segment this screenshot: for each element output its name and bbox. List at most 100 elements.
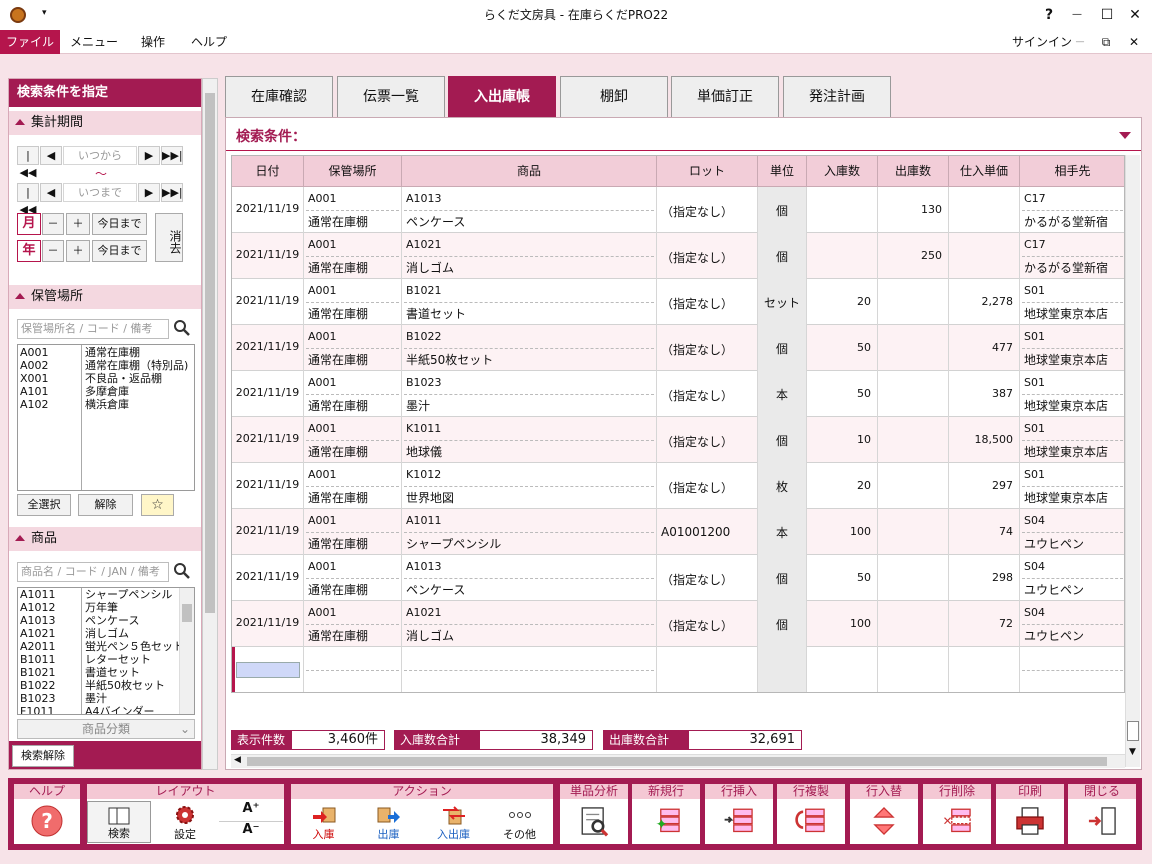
table-row[interactable]: 2021/11/19 A001 通常在庫棚 B1022 半紙50枚セット （指定なし） 個 5…: [232, 325, 1124, 371]
section-period[interactable]: 集計期間: [9, 111, 201, 135]
cell-in-qty[interactable]: 20: [807, 279, 878, 325]
from-date-input[interactable]: いつから: [63, 146, 137, 165]
tab-3[interactable]: 入出庫帳: [448, 76, 556, 117]
cell-unit-price[interactable]: [949, 233, 1020, 279]
list-item[interactable]: A1021 消しゴム: [20, 627, 178, 640]
maximize-button[interactable]: ☐: [1092, 0, 1122, 30]
list-item[interactable]: B1022 半紙50枚セット: [20, 679, 178, 692]
tab-1[interactable]: 在庫確認: [225, 76, 333, 117]
cell-product[interactable]: A1011 シャープペンシル: [402, 509, 657, 555]
cell-date[interactable]: 2021/11/19: [232, 509, 304, 555]
menu-file[interactable]: ファイル: [0, 30, 60, 54]
list-item[interactable]: A001 通常在庫棚: [20, 346, 194, 359]
product-list[interactable]: A1011 シャープペンシル A1012 万年筆 A1013 ペンケース A1021 消しゴム…: [17, 587, 195, 715]
product-category-select[interactable]: 商品分類 ⌄: [17, 719, 195, 739]
table-row[interactable]: 2021/11/19 A001 通常在庫棚 B1021 書道セット （指定なし） セット 20…: [232, 279, 1124, 325]
cell-in-qty[interactable]: 10: [807, 417, 878, 463]
table-row[interactable]: 2021/11/19 A001 通常在庫棚 A1013 ペンケース （指定なし） 個 50 29…: [232, 555, 1124, 601]
column-header-out-qty[interactable]: 出庫数: [878, 156, 949, 187]
cell-product[interactable]: A1021 消しゴム: [402, 233, 657, 279]
cell-product[interactable]: A1013 ペンケース: [402, 555, 657, 601]
cell-unit[interactable]: 個: [758, 417, 807, 463]
cell-location[interactable]: A001 通常在庫棚: [304, 325, 402, 371]
list-item[interactable]: B1023 墨汁: [20, 692, 178, 705]
from-first-button[interactable]: |◀◀: [17, 146, 39, 179]
action-in-button[interactable]: 入庫: [291, 801, 356, 843]
new-button[interactable]: ✦: [632, 801, 700, 843]
table-row[interactable]: 2021/11/19 A001 通常在庫棚 K1012 世界地図 （指定なし） 枚 20 297…: [232, 463, 1124, 509]
cell-product[interactable]: K1012 世界地図: [402, 463, 657, 509]
month-today-button[interactable]: 今日まで: [92, 213, 147, 235]
mdi-close-button[interactable]: ✕: [1124, 30, 1144, 54]
cell-unit-price[interactable]: 298: [949, 555, 1020, 601]
cell-in-qty[interactable]: 50: [807, 555, 878, 601]
cell-in-qty[interactable]: 20: [807, 463, 878, 509]
cell-lot[interactable]: A01001200: [657, 509, 758, 555]
cell-lot[interactable]: （指定なし）: [657, 463, 758, 509]
cell-location[interactable]: A001 通常在庫棚: [304, 555, 402, 601]
menu-help[interactable]: ヘルプ: [184, 30, 234, 54]
section-product[interactable]: 商品: [9, 527, 201, 551]
cell-in-qty[interactable]: 50: [807, 325, 878, 371]
help-icon[interactable]: ?: [1034, 0, 1064, 30]
cell-location[interactable]: A001 通常在庫棚: [304, 187, 402, 233]
list-item[interactable]: A1013 ペンケース: [20, 614, 178, 627]
list-item[interactable]: F1011 A4バインダー: [20, 705, 178, 714]
from-last-button[interactable]: ▶▶|: [161, 146, 183, 165]
scroll-left-icon[interactable]: ◀: [234, 755, 241, 765]
help-button[interactable]: ?: [14, 801, 80, 843]
mdi-restore-button[interactable]: ⧉: [1096, 30, 1116, 54]
column-header-date[interactable]: 日付: [232, 156, 304, 187]
cell-date[interactable]: 2021/11/19: [232, 279, 304, 325]
cell-out-qty[interactable]: [878, 325, 949, 371]
tab-2[interactable]: 伝票一覧: [337, 76, 445, 117]
cell-unit[interactable]: 個: [758, 601, 807, 647]
font-decrease-button[interactable]: A⁻: [219, 822, 283, 843]
cell-date[interactable]: 2021/11/19: [232, 325, 304, 371]
cell-partner[interactable]: S01 地球堂東京本店: [1020, 325, 1124, 371]
column-header-partner[interactable]: 相手先: [1020, 156, 1124, 187]
cell-partner[interactable]: S04 ユウヒペン: [1020, 601, 1124, 647]
cell-out-qty[interactable]: [878, 601, 949, 647]
from-prev-button[interactable]: ◀: [40, 146, 62, 165]
cell-product[interactable]: A1013 ペンケース: [402, 187, 657, 233]
cell-location[interactable]: A001 通常在庫棚: [304, 233, 402, 279]
cell-partner[interactable]: [1020, 647, 1124, 692]
cell-out-qty[interactable]: [878, 509, 949, 555]
cell-product[interactable]: B1022 半紙50枚セット: [402, 325, 657, 371]
cell-lot[interactable]: （指定なし）: [657, 325, 758, 371]
location-list[interactable]: A001 通常在庫棚 A002 通常在庫棚（特別品) X001 不良品・返品棚 A101 多摩…: [17, 344, 195, 491]
cell-lot[interactable]: （指定なし）: [657, 233, 758, 279]
cell-lot[interactable]: （指定なし）: [657, 187, 758, 233]
cell-date[interactable]: 2021/11/19: [232, 233, 304, 279]
cell-lot[interactable]: （指定なし）: [657, 417, 758, 463]
print-button[interactable]: [996, 801, 1064, 843]
copy-button[interactable]: [777, 801, 845, 843]
close-button[interactable]: ✕: [1120, 0, 1150, 30]
cell-out-qty[interactable]: [878, 371, 949, 417]
cell-product[interactable]: B1023 墨汁: [402, 371, 657, 417]
scroll-down-icon[interactable]: ▼: [1129, 747, 1136, 757]
to-next-button[interactable]: ▶: [138, 183, 160, 202]
to-last-button[interactable]: ▶▶|: [161, 183, 183, 202]
cell-unit[interactable]: 個: [758, 233, 807, 279]
cell-lot[interactable]: （指定なし）: [657, 555, 758, 601]
cell-unit[interactable]: 個: [758, 187, 807, 233]
cell-in-qty[interactable]: [807, 233, 878, 279]
cell-unit-price[interactable]: 18,500: [949, 417, 1020, 463]
tab-6[interactable]: 発注計画: [783, 76, 891, 117]
location-search-icon[interactable]: [173, 319, 191, 337]
cell-out-qty[interactable]: 250: [878, 233, 949, 279]
cell-lot[interactable]: （指定なし）: [657, 601, 758, 647]
expand-condition-icon[interactable]: [1119, 132, 1131, 139]
cell-product[interactable]: A1021 消しゴム: [402, 601, 657, 647]
table-row[interactable]: 2021/11/19 A001 通常在庫棚 A1013 ペンケース （指定なし） 個 130 C…: [232, 187, 1124, 233]
from-next-button[interactable]: ▶: [138, 146, 160, 165]
cell-in-qty[interactable]: [807, 187, 878, 233]
cell-partner[interactable]: S04 ユウヒペン: [1020, 509, 1124, 555]
menu-operation[interactable]: 操作: [130, 30, 176, 54]
location-select-all-button[interactable]: 全選択: [17, 494, 71, 516]
table-row[interactable]: 2021/11/19 A001 通常在庫棚 A1011 シャープペンシル A0100120…: [232, 509, 1124, 555]
list-item[interactable]: A102 横浜倉庫: [20, 398, 194, 411]
column-header-location[interactable]: 保管場所: [304, 156, 402, 187]
